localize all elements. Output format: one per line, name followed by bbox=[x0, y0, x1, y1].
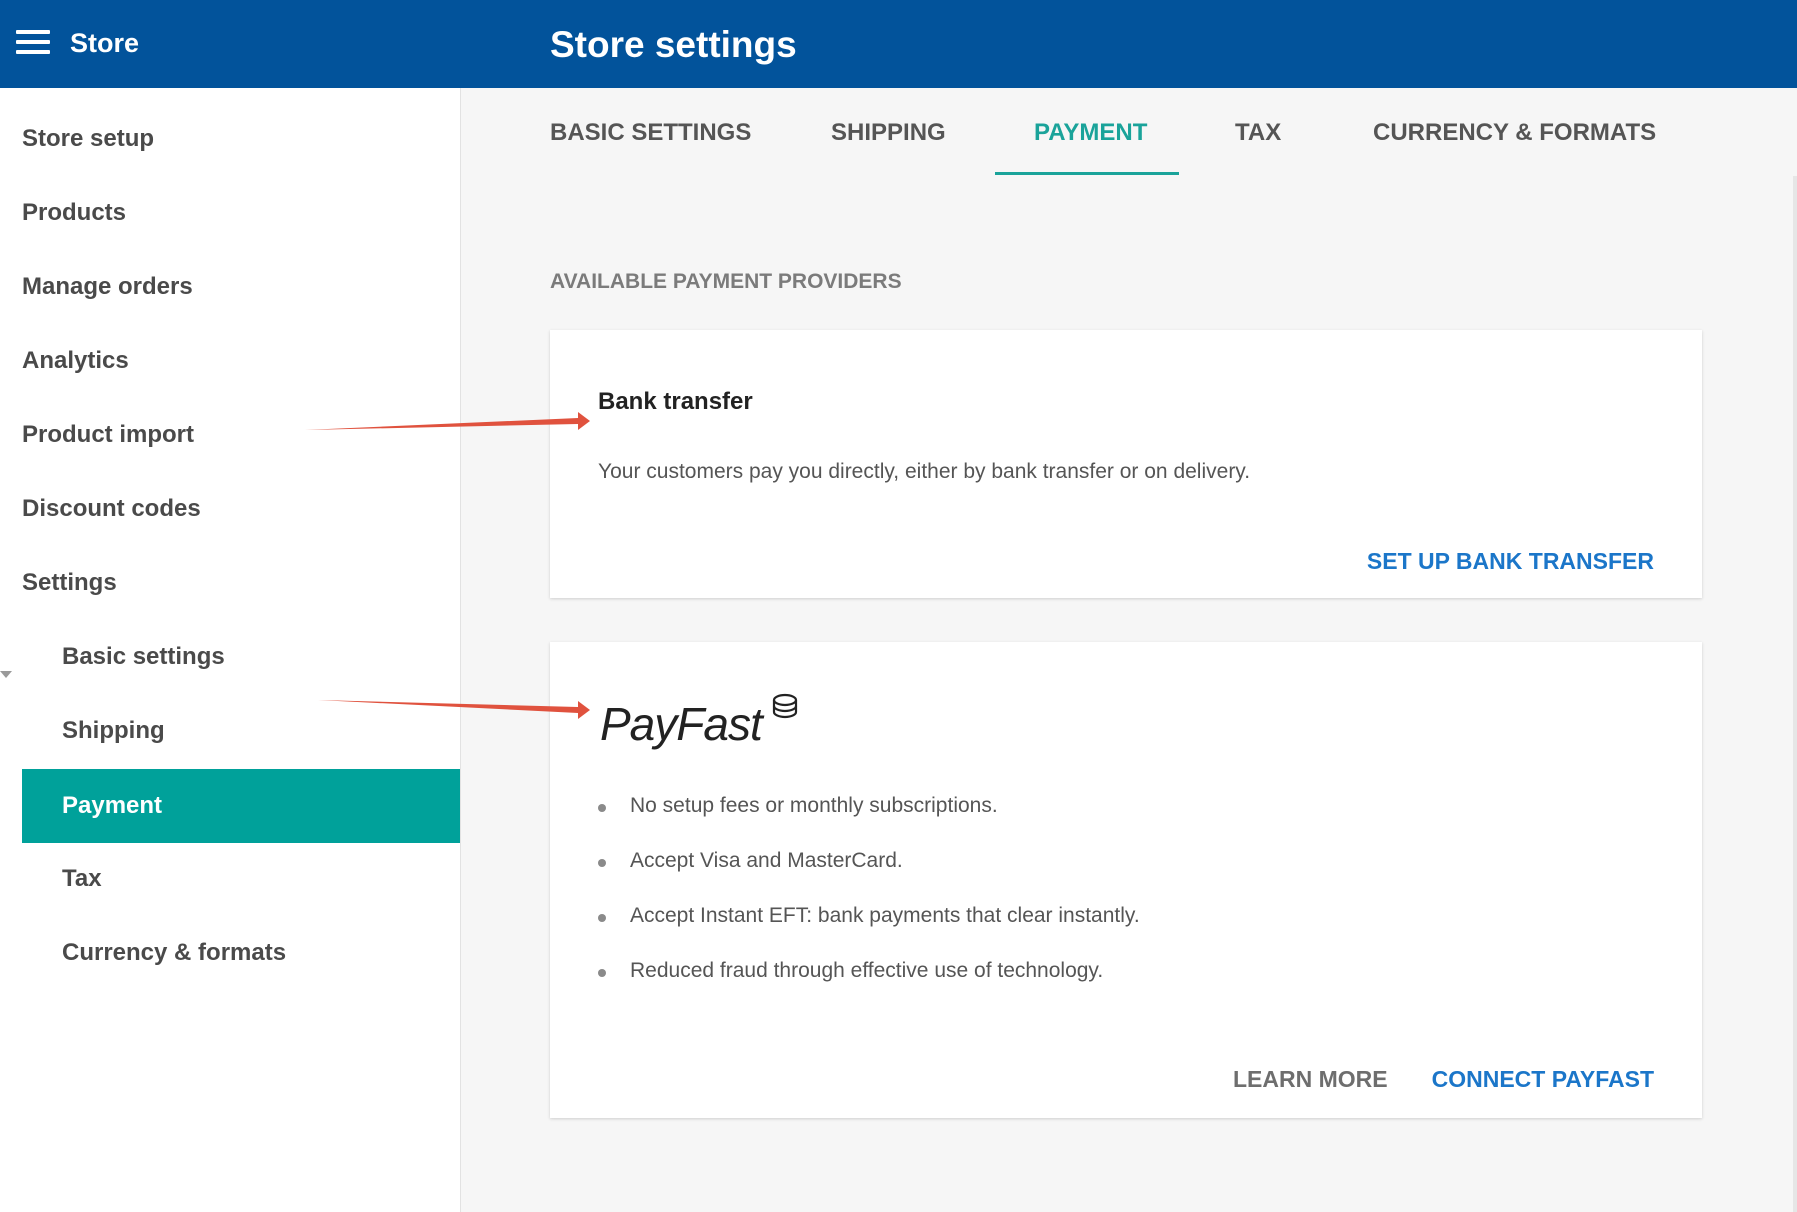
top-app-bar: Store Store settings bbox=[0, 0, 1797, 88]
feature-text: Reduced fraud through effective use of t… bbox=[630, 959, 1104, 982]
list-item: Accept Visa and MasterCard. bbox=[598, 849, 1140, 904]
bank-transfer-title: Bank transfer bbox=[598, 388, 753, 415]
payfast-card: PayFast No setup fees or monthly subscri… bbox=[550, 642, 1702, 1118]
bullet-icon bbox=[598, 914, 606, 922]
list-item: No setup fees or monthly subscriptions. bbox=[598, 794, 1140, 849]
section-heading: AVAILABLE PAYMENT PROVIDERS bbox=[550, 270, 902, 293]
sidebar-item-discount-codes[interactable]: Discount codes bbox=[22, 472, 201, 546]
app-title: Store bbox=[70, 28, 140, 58]
set-up-bank-transfer-button[interactable]: SET UP BANK TRANSFER bbox=[1367, 548, 1654, 575]
expand-caret-icon[interactable] bbox=[0, 671, 12, 678]
bullet-icon bbox=[598, 804, 606, 812]
tab-tax[interactable]: TAX bbox=[1235, 88, 1281, 178]
scrollbar-track[interactable] bbox=[1793, 176, 1797, 1212]
coins-icon bbox=[772, 693, 798, 719]
sidebar-item-manage-orders[interactable]: Manage orders bbox=[22, 250, 193, 324]
tab-shipping[interactable]: SHIPPING bbox=[831, 88, 946, 178]
sidebar-subitem-shipping[interactable]: Shipping bbox=[62, 694, 165, 768]
sidebar-item-settings[interactable]: Settings bbox=[22, 546, 117, 620]
feature-text: No setup fees or monthly subscriptions. bbox=[630, 794, 998, 817]
hamburger-menu-icon[interactable] bbox=[16, 30, 50, 56]
connect-payfast-button[interactable]: CONNECT PAYFAST bbox=[1432, 1066, 1654, 1093]
sidebar-subitem-currency-formats[interactable]: Currency & formats bbox=[62, 916, 286, 990]
tab-payment[interactable]: PAYMENT bbox=[1034, 88, 1147, 178]
bank-transfer-card: Bank transfer Your customers pay you dir… bbox=[550, 330, 1702, 598]
bullet-icon bbox=[598, 859, 606, 867]
sidebar-item-products[interactable]: Products bbox=[22, 176, 126, 250]
payfast-logo-text: PayFast bbox=[600, 698, 765, 750]
active-tab-indicator bbox=[995, 172, 1179, 175]
sidebar-subitem-basic-settings[interactable]: Basic settings bbox=[62, 620, 225, 694]
sidebar-item-analytics[interactable]: Analytics bbox=[22, 324, 129, 398]
bullet-icon bbox=[598, 969, 606, 977]
feature-text: Accept Visa and MasterCard. bbox=[630, 849, 903, 872]
payfast-logo: PayFast bbox=[600, 693, 798, 750]
tab-currency-formats[interactable]: CURRENCY & FORMATS bbox=[1373, 88, 1656, 178]
sidebar-subitem-payment-label: Payment bbox=[62, 792, 163, 819]
sidebar: Store setup Products Manage orders Analy… bbox=[0, 88, 461, 1212]
sidebar-item-store-setup[interactable]: Store setup bbox=[22, 102, 154, 176]
tab-basic-settings[interactable]: BASIC SETTINGS bbox=[550, 88, 751, 178]
sidebar-subitem-tax[interactable]: Tax bbox=[62, 842, 102, 916]
list-item: Accept Instant EFT: bank payments that c… bbox=[598, 904, 1140, 959]
bank-transfer-description: Your customers pay you directly, either … bbox=[598, 460, 1251, 483]
feature-text: Accept Instant EFT: bank payments that c… bbox=[630, 904, 1140, 927]
learn-more-button[interactable]: LEARN MORE bbox=[1233, 1066, 1388, 1093]
sidebar-item-product-import[interactable]: Product import bbox=[22, 398, 194, 472]
sidebar-subitem-payment[interactable]: Payment bbox=[22, 769, 460, 843]
list-item: Reduced fraud through effective use of t… bbox=[598, 959, 1140, 1014]
payfast-features-list: No setup fees or monthly subscriptions. … bbox=[598, 794, 1140, 1014]
page-title: Store settings bbox=[550, 24, 797, 65]
